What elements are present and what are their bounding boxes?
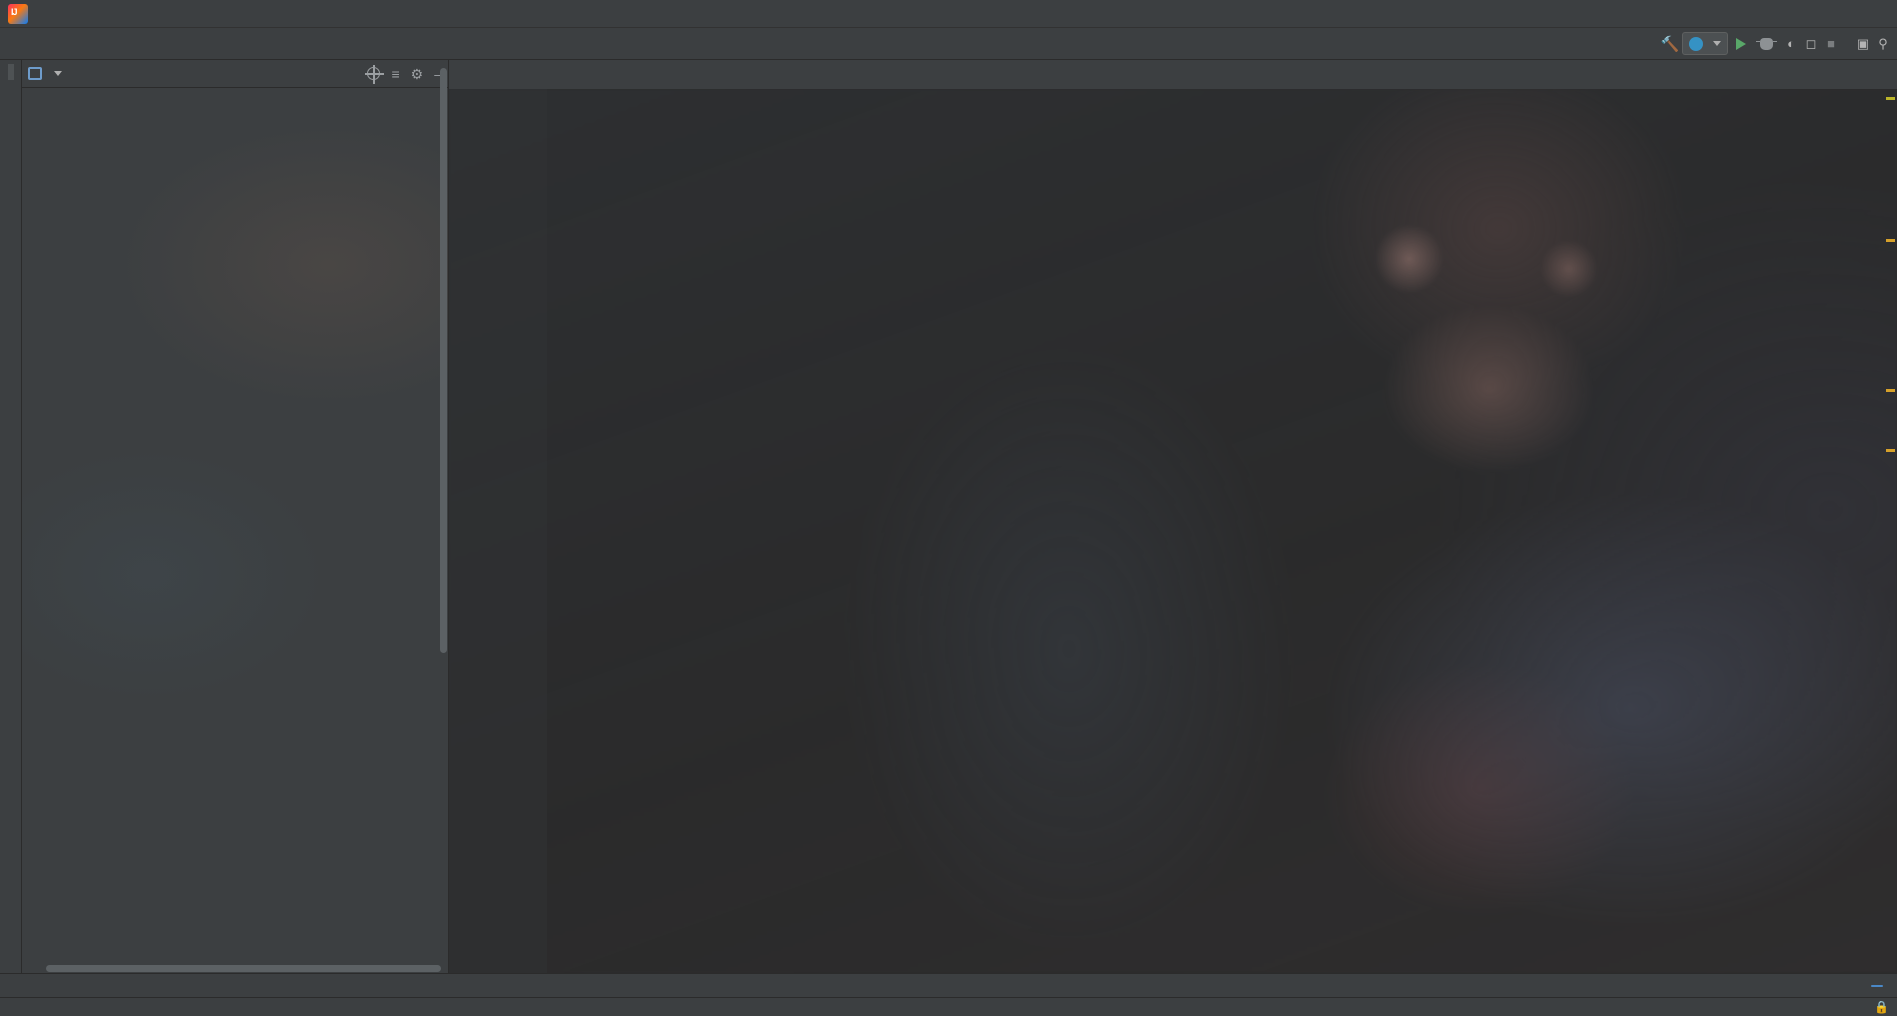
coverage-icon[interactable]: ◐ — [1783, 36, 1799, 52]
editor-gutter[interactable] — [449, 89, 547, 973]
minimize-button[interactable] — [1759, 0, 1805, 28]
scrollbar-thumb[interactable] — [440, 68, 447, 653]
editor-code-text[interactable] — [547, 89, 1897, 973]
collapse-all-icon[interactable]: ≡ — [391, 67, 399, 81]
event-log-badge — [1871, 984, 1883, 987]
status-bar: 🔒 — [0, 997, 1897, 1016]
spring-boot-app-icon — [1689, 36, 1703, 51]
marker-warning — [1886, 97, 1895, 100]
editor-marker-bar[interactable] — [1883, 89, 1897, 973]
close-button[interactable] — [1851, 0, 1897, 28]
editor-area — [449, 60, 1897, 973]
run-configuration-selector[interactable] — [1682, 32, 1728, 55]
run-icon[interactable] — [1736, 37, 1746, 50]
navbar-toolbar: 🔨 ◐ ◻ ■ ▣ ⚲ — [1661, 32, 1891, 55]
window-controls — [1759, 0, 1897, 28]
navigation-bar: 🔨 ◐ ◻ ■ ▣ ⚲ — [0, 28, 1897, 60]
project-tree-scrollbar[interactable] — [439, 60, 448, 973]
project-tree-hscrollbar[interactable] — [44, 964, 449, 973]
profiler-icon[interactable]: ◻ — [1803, 36, 1819, 52]
gear-icon[interactable]: ⚙ — [411, 67, 424, 81]
bottom-tool-stripe — [0, 973, 1897, 997]
editor-tab-bar — [449, 60, 1897, 89]
debug-icon[interactable] — [1756, 37, 1777, 50]
sidebar-item-project[interactable] — [7, 64, 14, 80]
chevron-down-icon[interactable] — [54, 71, 62, 76]
main-area: ≡ ⚙ – — [0, 60, 1897, 973]
chevron-down-icon — [1713, 41, 1721, 46]
marker-change — [1886, 449, 1895, 452]
update-icon[interactable]: ▣ — [1855, 36, 1871, 52]
project-tool-window: ≡ ⚙ – — [22, 60, 449, 973]
project-tree[interactable] — [22, 88, 448, 973]
locate-file-icon[interactable] — [365, 65, 385, 84]
bottom-right-group — [1871, 984, 1891, 987]
intellij-logo-icon — [8, 3, 28, 24]
lock-icon[interactable]: 🔒 — [1874, 1000, 1889, 1014]
code-editor[interactable] — [449, 89, 1897, 973]
maximize-button[interactable] — [1805, 0, 1851, 28]
sidebar-item-favorites[interactable] — [8, 935, 14, 951]
project-panel-toolbar: ≡ ⚙ – — [365, 65, 442, 84]
hscrollbar-thumb[interactable] — [46, 965, 441, 972]
title-bar — [0, 0, 1897, 28]
project-view-icon — [28, 67, 42, 80]
search-icon[interactable]: ⚲ — [1875, 36, 1891, 52]
marker-change — [1886, 239, 1895, 242]
project-panel-title-group[interactable] — [28, 67, 62, 80]
hammer-icon[interactable]: 🔨 — [1661, 36, 1680, 53]
status-bar-right: 🔒 — [1810, 1000, 1889, 1014]
sidebar-item-web[interactable] — [8, 859, 14, 875]
stop-icon[interactable]: ■ — [1823, 36, 1839, 52]
marker-change — [1886, 389, 1895, 392]
left-tool-stripe — [0, 60, 22, 973]
project-panel-header: ≡ ⚙ – — [22, 60, 448, 88]
